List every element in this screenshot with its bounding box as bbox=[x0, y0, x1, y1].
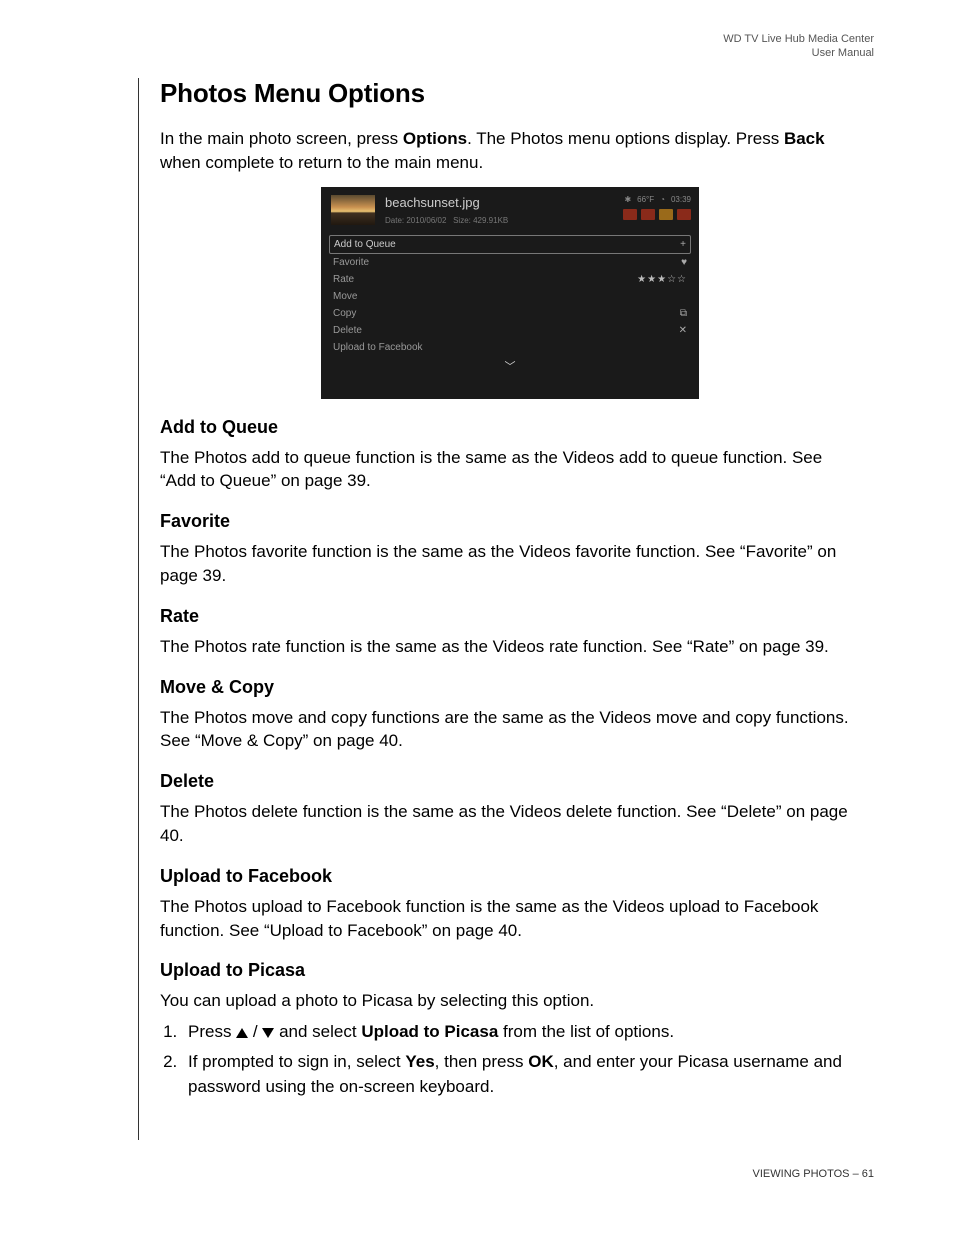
close-icon: ✕ bbox=[679, 325, 687, 336]
copy-icon: ⧉ bbox=[680, 308, 687, 319]
badge-red bbox=[623, 209, 637, 220]
footer-section: VIEWING PHOTOS bbox=[753, 1168, 850, 1180]
steps-list: Press / and select Upload to Picasa from… bbox=[160, 1019, 860, 1100]
up-arrow-icon bbox=[236, 1028, 248, 1038]
status-bar: ✱ 66°F ◔ 03:39 bbox=[624, 195, 691, 204]
body-delete: The Photos delete function is the same a… bbox=[160, 800, 860, 848]
body-favorite: The Photos favorite function is the same… bbox=[160, 540, 860, 588]
option-copy[interactable]: Copy ⧉ bbox=[329, 305, 691, 322]
weather-icon: ✱ bbox=[624, 195, 631, 204]
option-add-to-queue[interactable]: Add to Queue + bbox=[329, 235, 691, 254]
heading-delete: Delete bbox=[160, 771, 860, 792]
heading-move-copy: Move & Copy bbox=[160, 677, 860, 698]
intro-paragraph: In the main photo screen, press Options.… bbox=[160, 127, 860, 175]
temperature: 66°F bbox=[637, 195, 654, 204]
body-rate: The Photos rate function is the same as … bbox=[160, 635, 860, 659]
page-content: Photos Menu Options In the main photo sc… bbox=[160, 78, 860, 1104]
heading-rate: Rate bbox=[160, 606, 860, 627]
down-arrow-icon bbox=[262, 1028, 274, 1038]
heading-favorite: Favorite bbox=[160, 511, 860, 532]
header-line2: User Manual bbox=[723, 46, 874, 60]
heart-icon: ♥ bbox=[681, 257, 687, 268]
clock-icon: ◔ bbox=[660, 195, 665, 204]
star-rating: ★★★☆☆ bbox=[637, 274, 687, 285]
option-rate[interactable]: Rate ★★★☆☆ bbox=[329, 271, 691, 288]
option-delete[interactable]: Delete ✕ bbox=[329, 322, 691, 339]
header-line1: WD TV Live Hub Media Center bbox=[723, 32, 874, 46]
plus-icon: + bbox=[680, 239, 686, 250]
photo-thumbnail bbox=[331, 195, 375, 225]
running-header: WD TV Live Hub Media Center User Manual bbox=[723, 32, 874, 61]
option-move[interactable]: Move bbox=[329, 288, 691, 305]
heading-upload-picasa: Upload to Picasa bbox=[160, 960, 860, 981]
page-title: Photos Menu Options bbox=[160, 78, 860, 109]
body-upload-facebook: The Photos upload to Facebook function i… bbox=[160, 895, 860, 943]
time: 03:39 bbox=[671, 195, 691, 204]
options-menu-screenshot: beachsunset.jpg Date: 2010/06/02 Size: 4… bbox=[321, 187, 699, 399]
page-footer: VIEWING PHOTOS – 61 bbox=[753, 1168, 874, 1180]
body-add-to-queue: The Photos add to queue function is the … bbox=[160, 446, 860, 494]
heading-upload-facebook: Upload to Facebook bbox=[160, 866, 860, 887]
step-2: If prompted to sign in, select Yes, then… bbox=[182, 1049, 860, 1100]
option-favorite[interactable]: Favorite ♥ bbox=[329, 254, 691, 271]
status-badges bbox=[623, 209, 691, 220]
badge-orange bbox=[659, 209, 673, 220]
body-upload-picasa: You can upload a photo to Picasa by sele… bbox=[160, 989, 860, 1013]
badge-red bbox=[677, 209, 691, 220]
options-list: Add to Queue + Favorite ♥ Rate ★★★☆☆ Mov… bbox=[321, 231, 699, 374]
heading-add-to-queue: Add to Queue bbox=[160, 417, 860, 438]
step-1: Press / and select Upload to Picasa from… bbox=[182, 1019, 860, 1045]
page-number: 61 bbox=[862, 1168, 874, 1180]
vertical-rule bbox=[138, 78, 139, 1140]
chevron-down-icon[interactable]: ﹀ bbox=[329, 356, 691, 374]
body-move-copy: The Photos move and copy functions are t… bbox=[160, 706, 860, 754]
badge-red bbox=[641, 209, 655, 220]
option-upload-facebook[interactable]: Upload to Facebook bbox=[329, 339, 691, 356]
